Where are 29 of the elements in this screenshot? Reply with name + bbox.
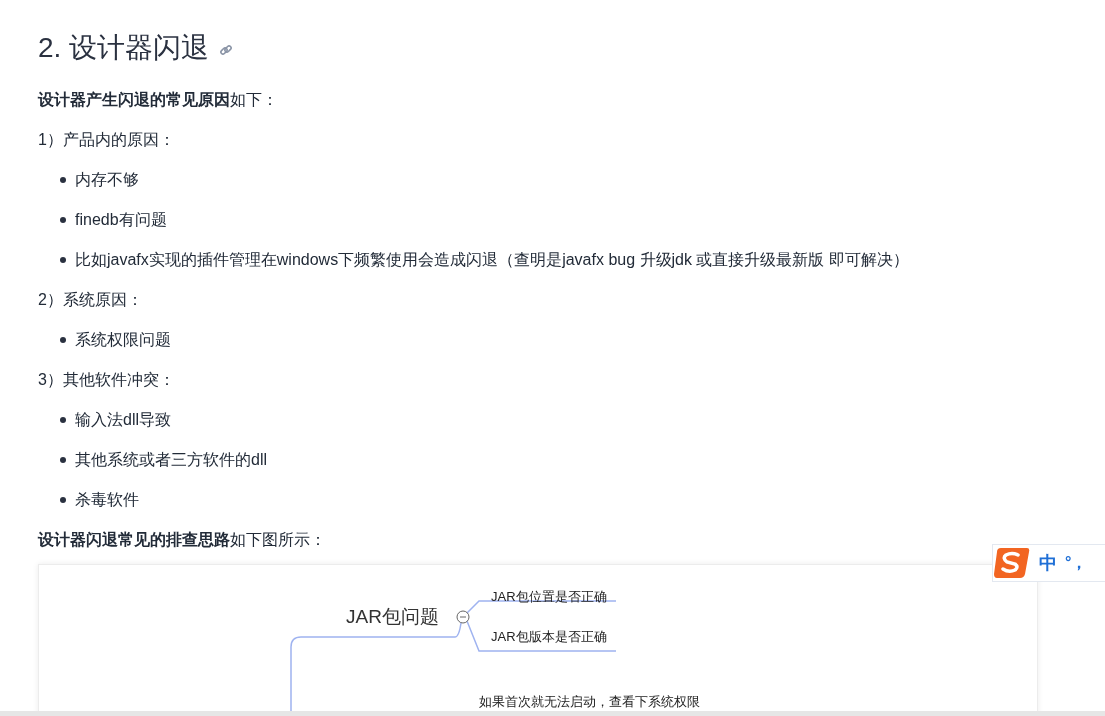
bullet-icon: [60, 337, 66, 343]
branch-label: 如果首次就无法启动，查看下系统权限: [479, 694, 700, 709]
paragraph: 2）系统原因：: [38, 290, 143, 310]
bullet-icon: [60, 217, 66, 223]
list-item: 输入法dll导致: [75, 410, 171, 430]
branch-label: JAR包位置是否正确: [491, 589, 607, 604]
list-item: 比如javafx实现的插件管理在windows下频繁使用会造成闪退（查明是javafx bug 升级jdk 或直接升级最新版 即可解决）: [75, 250, 909, 270]
branch-label: JAR包版本是否正确: [491, 629, 607, 644]
bullet-icon: [60, 417, 66, 423]
scrollbar[interactable]: [0, 711, 1105, 716]
paragraph: 设计器产生闪退的常见原因如下：: [38, 90, 278, 110]
collapse-icon: [456, 610, 470, 624]
paragraph: 3）其他软件冲突：: [38, 370, 175, 390]
bullet-icon: [60, 497, 66, 503]
list-item: finedb有问题: [75, 210, 167, 230]
link-icon[interactable]: [219, 43, 234, 57]
topic-label: JAR包问题: [346, 606, 439, 627]
list-item: 系统权限问题: [75, 330, 171, 350]
list-item: 杀毒软件: [75, 490, 139, 510]
punctuation-toggle[interactable]: °，: [1065, 552, 1088, 574]
input-mode-toggle[interactable]: 中: [1039, 551, 1057, 575]
paragraph: 1）产品内的原因：: [38, 130, 175, 150]
section-heading: 2. 设计器闪退: [38, 31, 210, 65]
bullet-icon: [60, 257, 66, 263]
list-item: 内存不够: [75, 170, 139, 190]
list-item: 其他系统或者三方软件的dll: [75, 450, 267, 470]
bullet-icon: [60, 177, 66, 183]
paragraph: 设计器闪退常见的排查思路如下图所示：: [38, 530, 326, 550]
bullet-icon: [60, 457, 66, 463]
